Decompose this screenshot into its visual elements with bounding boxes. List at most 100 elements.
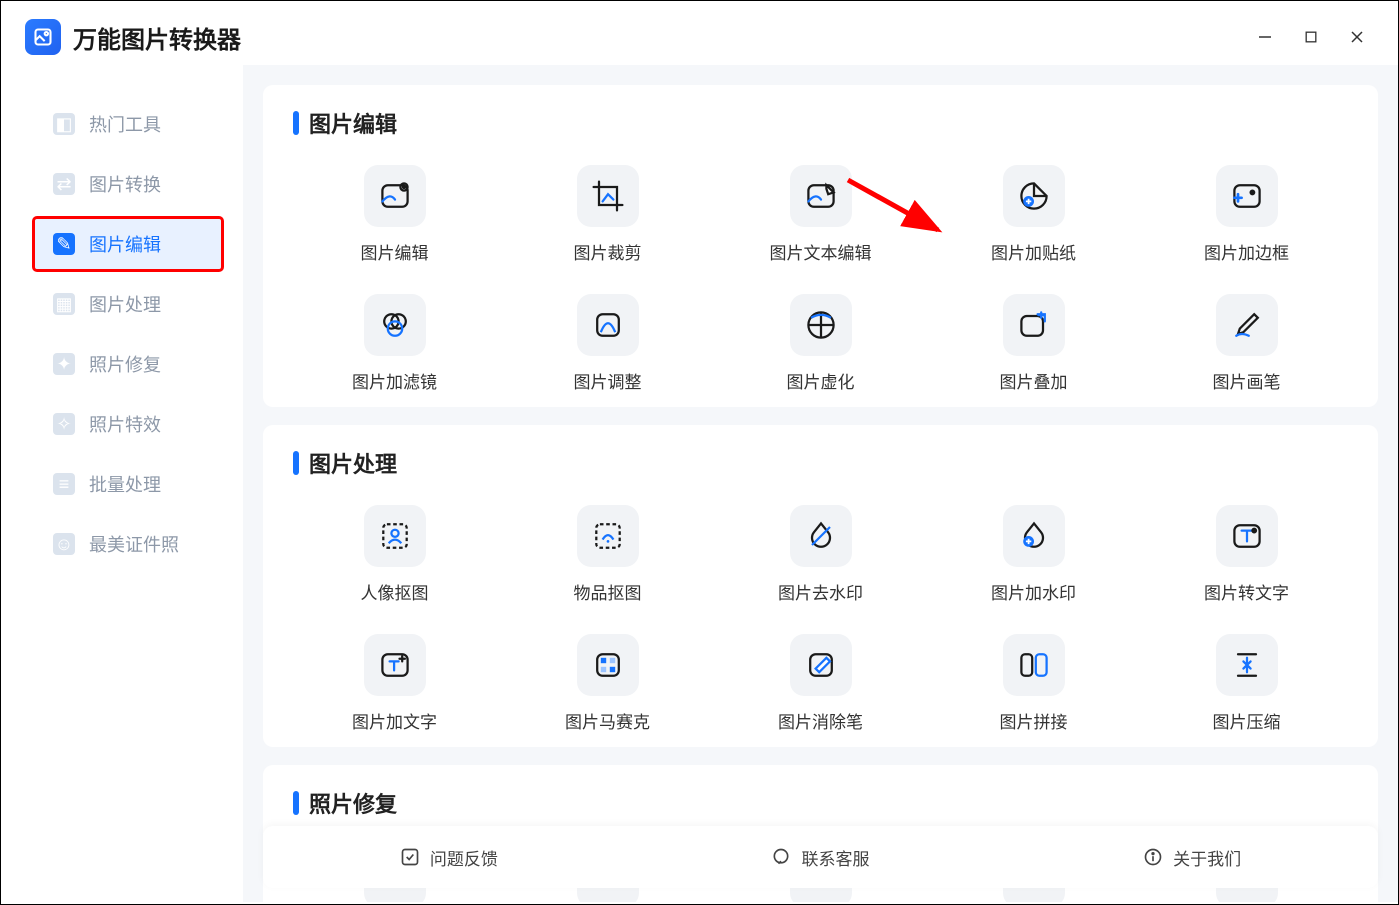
ocr-icon xyxy=(1216,505,1278,567)
tool-ocr[interactable]: 图片转文字 xyxy=(1145,505,1348,604)
process-icon: ▦ xyxy=(53,293,75,315)
tool-label: 图片拼接 xyxy=(1000,708,1068,733)
sidebar-item-label: 批量处理 xyxy=(89,471,161,497)
footer-label: 联系客服 xyxy=(801,845,869,870)
footer-feedback[interactable]: 问题反馈 xyxy=(400,845,498,870)
section-title: 照片修复 xyxy=(309,787,397,819)
tool-eraser[interactable]: 图片消除笔 xyxy=(719,634,922,733)
section-bar xyxy=(293,111,299,135)
repair-icon: ✦ xyxy=(53,353,75,375)
filter-icon xyxy=(364,294,426,356)
tool-label: 图片加贴纸 xyxy=(991,239,1076,264)
tool-label: 物品抠图 xyxy=(574,579,642,604)
sidebar-item-label: 图片转换 xyxy=(89,171,161,197)
sidebar-item-label: 图片处理 xyxy=(89,291,161,317)
image-edit-icon xyxy=(364,165,426,227)
add-text-icon xyxy=(364,634,426,696)
tool-add-text[interactable]: 图片加文字 xyxy=(293,634,496,733)
tool-compress[interactable]: 图片压缩 xyxy=(1145,634,1348,733)
tool-label: 图片压缩 xyxy=(1213,708,1281,733)
adjust-icon xyxy=(577,294,639,356)
portrait-cutout-icon xyxy=(364,505,426,567)
sidebar-item-label: 热门工具 xyxy=(89,111,161,137)
sidebar-item-label: 照片特效 xyxy=(89,411,161,437)
tool-label: 图片调整 xyxy=(574,368,642,393)
sidebar-item-convert[interactable]: ⇄ 图片转换 xyxy=(1,157,243,211)
section-title: 图片处理 xyxy=(309,447,397,479)
tool-label: 图片消除笔 xyxy=(778,708,863,733)
tool-label: 图片画笔 xyxy=(1213,368,1281,393)
tool-image-crop[interactable]: 图片裁剪 xyxy=(506,165,709,264)
tool-overlay[interactable]: 图片叠加 xyxy=(932,294,1135,393)
tool-label: 人像抠图 xyxy=(361,579,429,604)
titlebar: 万能图片转换器 xyxy=(1,1,1398,65)
titlebar-left: 万能图片转换器 xyxy=(25,19,241,55)
effects-icon: ✧ xyxy=(53,413,75,435)
sidebar-item-batch[interactable]: ≡ 批量处理 xyxy=(1,457,243,511)
sidebar-item-popular[interactable]: ◧热门工具 xyxy=(1,97,243,151)
footer-contact[interactable]: 联系客服 xyxy=(771,845,869,870)
sidebar-item-label: 最美证件照 xyxy=(89,531,179,557)
tool-object-cutout[interactable]: 物品抠图 xyxy=(506,505,709,604)
maximize-button[interactable] xyxy=(1302,28,1320,46)
chat-icon xyxy=(771,847,791,867)
sidebar-item-repair[interactable]: ✦照片修复 xyxy=(1,337,243,391)
sidebar-item-process[interactable]: ▦ 图片处理 xyxy=(1,277,243,331)
sidebar-item-edit[interactable]: ✎ 图片编辑 xyxy=(33,217,223,271)
minimize-button[interactable] xyxy=(1256,28,1274,46)
tool-image-edit[interactable]: 图片编辑 xyxy=(293,165,496,264)
tool-remove-watermark[interactable]: 图片去水印 xyxy=(719,505,922,604)
footer-label: 问题反馈 xyxy=(430,845,498,870)
tool-label: 图片加文字 xyxy=(352,708,437,733)
app-logo-icon xyxy=(25,19,61,55)
tool-label: 图片文本编辑 xyxy=(770,239,872,264)
footer-bar: 问题反馈 联系客服 关于我们 xyxy=(263,826,1378,888)
batch-icon: ≡ xyxy=(53,473,75,495)
text-edit-icon xyxy=(790,165,852,227)
remove-watermark-icon xyxy=(790,505,852,567)
tool-label: 图片编辑 xyxy=(361,239,429,264)
tool-add-border[interactable]: 图片加边框 xyxy=(1145,165,1348,264)
section-title: 图片编辑 xyxy=(309,107,397,139)
footer-about[interactable]: 关于我们 xyxy=(1143,845,1241,870)
sidebar-item-effects[interactable]: ✧ 照片特效 xyxy=(1,397,243,451)
edit-icon: ✎ xyxy=(53,233,75,255)
tool-mosaic[interactable]: 图片马赛克 xyxy=(506,634,709,733)
tool-label: 图片加滤镜 xyxy=(352,368,437,393)
blur-icon xyxy=(790,294,852,356)
footer-label: 关于我们 xyxy=(1173,845,1241,870)
tool-image-text-edit[interactable]: 图片文本编辑 xyxy=(719,165,922,264)
sticker-icon xyxy=(1003,165,1065,227)
tool-label: 图片转文字 xyxy=(1204,579,1289,604)
tool-label: 图片叠加 xyxy=(1000,368,1068,393)
check-square-icon xyxy=(400,847,420,867)
convert-icon: ⇄ xyxy=(53,173,75,195)
section-bar xyxy=(293,791,299,815)
tool-portrait-cutout[interactable]: 人像抠图 xyxy=(293,505,496,604)
app-title: 万能图片转换器 xyxy=(73,20,241,55)
sidebar-item-label: 图片编辑 xyxy=(89,231,161,257)
main-content: 图片编辑 图片编辑 图片裁剪 图片文本编辑 图片加贴纸 图片加边框 图片加滤镜 … xyxy=(243,65,1398,902)
tool-stitch[interactable]: 图片拼接 xyxy=(932,634,1135,733)
crop-icon xyxy=(577,165,639,227)
tool-add-sticker[interactable]: 图片加贴纸 xyxy=(932,165,1135,264)
tool-label: 图片裁剪 xyxy=(574,239,642,264)
info-icon xyxy=(1143,847,1163,867)
tool-label: 图片加水印 xyxy=(991,579,1076,604)
eraser-icon xyxy=(790,634,852,696)
compress-icon xyxy=(1216,634,1278,696)
brush-icon xyxy=(1216,294,1278,356)
overlay-icon xyxy=(1003,294,1065,356)
tool-blur[interactable]: 图片虚化 xyxy=(719,294,922,393)
close-button[interactable] xyxy=(1348,28,1366,46)
idphoto-icon: ☺ xyxy=(53,533,75,555)
tool-adjust[interactable]: 图片调整 xyxy=(506,294,709,393)
add-watermark-icon xyxy=(1003,505,1065,567)
section-bar xyxy=(293,451,299,475)
sidebar-item-idphoto[interactable]: ☺ 最美证件照 xyxy=(1,517,243,571)
tool-add-watermark[interactable]: 图片加水印 xyxy=(932,505,1135,604)
mosaic-icon xyxy=(577,634,639,696)
object-cutout-icon xyxy=(577,505,639,567)
tool-filter[interactable]: 图片加滤镜 xyxy=(293,294,496,393)
tool-brush[interactable]: 图片画笔 xyxy=(1145,294,1348,393)
